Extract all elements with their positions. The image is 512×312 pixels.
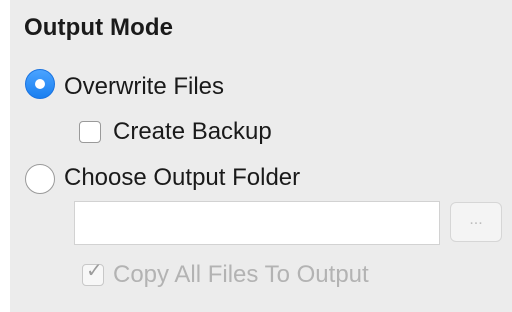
output-folder-path-input[interactable] xyxy=(74,201,440,245)
create-backup-checkbox[interactable] xyxy=(79,121,101,143)
copy-all-files-checkbox[interactable]: ✓ xyxy=(82,260,104,286)
choose-output-folder-label[interactable]: Choose Output Folder xyxy=(64,164,300,192)
copy-all-files-label[interactable]: Copy All Files To Output xyxy=(113,261,369,289)
choose-output-folder-radio[interactable] xyxy=(25,164,55,194)
section-title: Output Mode xyxy=(24,14,174,41)
create-backup-label[interactable]: Create Backup xyxy=(113,118,272,146)
browse-folder-button[interactable]: ... xyxy=(450,202,502,242)
overwrite-files-label[interactable]: Overwrite Files xyxy=(64,73,224,101)
checkmark-icon: ✓ xyxy=(86,260,103,282)
overwrite-files-radio[interactable] xyxy=(25,69,55,99)
radio-selected-dot-icon xyxy=(35,79,45,89)
